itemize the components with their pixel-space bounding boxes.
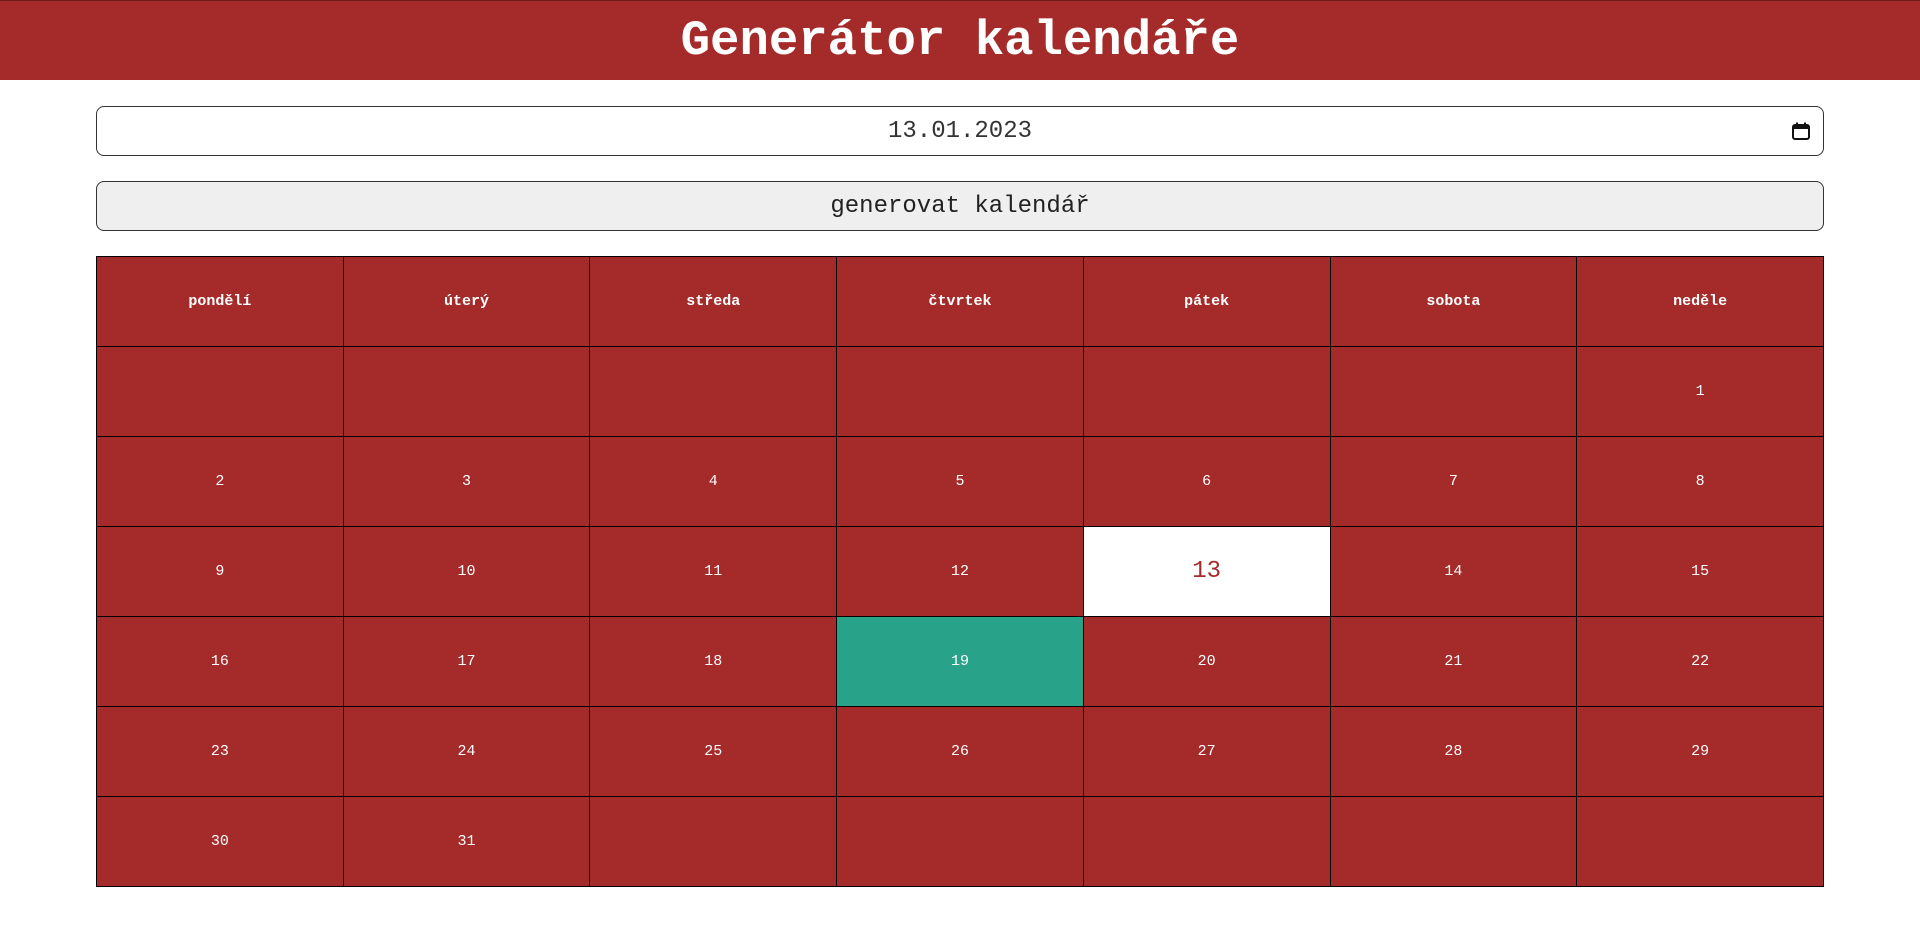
day-cell: 21 [1329, 616, 1578, 707]
day-cell: 14 [1329, 526, 1578, 617]
day-cell: 22 [1576, 616, 1824, 707]
weekday-header: úterý [342, 256, 591, 347]
day-cell: 7 [1329, 436, 1578, 527]
weekday-header: pondělí [96, 256, 344, 347]
day-cell [836, 796, 1084, 887]
day-cell [342, 346, 591, 437]
day-cell [589, 346, 838, 437]
day-cell: 10 [342, 526, 591, 617]
generate-calendar-button[interactable]: generovat kalendář [96, 181, 1824, 231]
week-row: 9 10 11 12 13 14 15 [96, 526, 1824, 617]
day-cell [1329, 796, 1578, 887]
day-cell: 5 [836, 436, 1084, 527]
day-cell: 25 [589, 706, 838, 797]
day-cell: 11 [589, 526, 838, 617]
weekday-header: neděle [1576, 256, 1824, 347]
day-cell [1576, 796, 1824, 887]
day-cell: 31 [342, 796, 591, 887]
day-cell: 3 [342, 436, 591, 527]
day-cell: 8 [1576, 436, 1824, 527]
day-cell [1082, 796, 1331, 887]
day-cell: 6 [1082, 436, 1331, 527]
week-row: 23 24 25 26 27 28 29 [96, 706, 1824, 797]
day-cell: 29 [1576, 706, 1824, 797]
day-cell: 26 [836, 706, 1084, 797]
weekday-header: pátek [1082, 256, 1331, 347]
page-header: Generátor kalendáře [0, 0, 1920, 80]
day-cell [1082, 346, 1331, 437]
day-cell: 23 [96, 706, 344, 797]
day-cell: 28 [1329, 706, 1578, 797]
day-cell: 4 [589, 436, 838, 527]
weekday-header-row: pondělí úterý středa čtvrtek pátek sobot… [96, 256, 1824, 347]
day-cell: 2 [96, 436, 344, 527]
calendar-icon[interactable] [1791, 121, 1811, 141]
day-cell: 18 [589, 616, 838, 707]
weekday-header: středa [589, 256, 838, 347]
calendar-table: pondělí úterý středa čtvrtek pátek sobot… [96, 256, 1824, 887]
day-cell: 27 [1082, 706, 1331, 797]
day-cell [589, 796, 838, 887]
week-row: 16 17 18 19 20 21 22 [96, 616, 1824, 707]
page-title: Generátor kalendáře [680, 12, 1240, 69]
weekday-header: sobota [1329, 256, 1578, 347]
day-cell: 17 [342, 616, 591, 707]
day-cell [836, 346, 1084, 437]
day-cell: 20 [1082, 616, 1331, 707]
day-cell: 16 [96, 616, 344, 707]
day-cell [1329, 346, 1578, 437]
day-cell: 1 [1576, 346, 1824, 437]
week-row: 1 [96, 346, 1824, 437]
day-cell: 12 [836, 526, 1084, 617]
week-row: 2 3 4 5 6 7 8 [96, 436, 1824, 527]
day-cell: 30 [96, 796, 344, 887]
day-cell: 24 [342, 706, 591, 797]
selected-day-cell: 13 [1082, 526, 1331, 617]
day-cell [96, 346, 344, 437]
weekday-header: čtvrtek [836, 256, 1084, 347]
day-cell: 15 [1576, 526, 1824, 617]
date-input[interactable]: 13.01.2023 [96, 106, 1824, 156]
week-row: 30 31 [96, 796, 1824, 887]
today-day-cell: 19 [836, 616, 1084, 707]
date-input-value: 13.01.2023 [887, 117, 1033, 145]
day-cell: 9 [96, 526, 344, 617]
